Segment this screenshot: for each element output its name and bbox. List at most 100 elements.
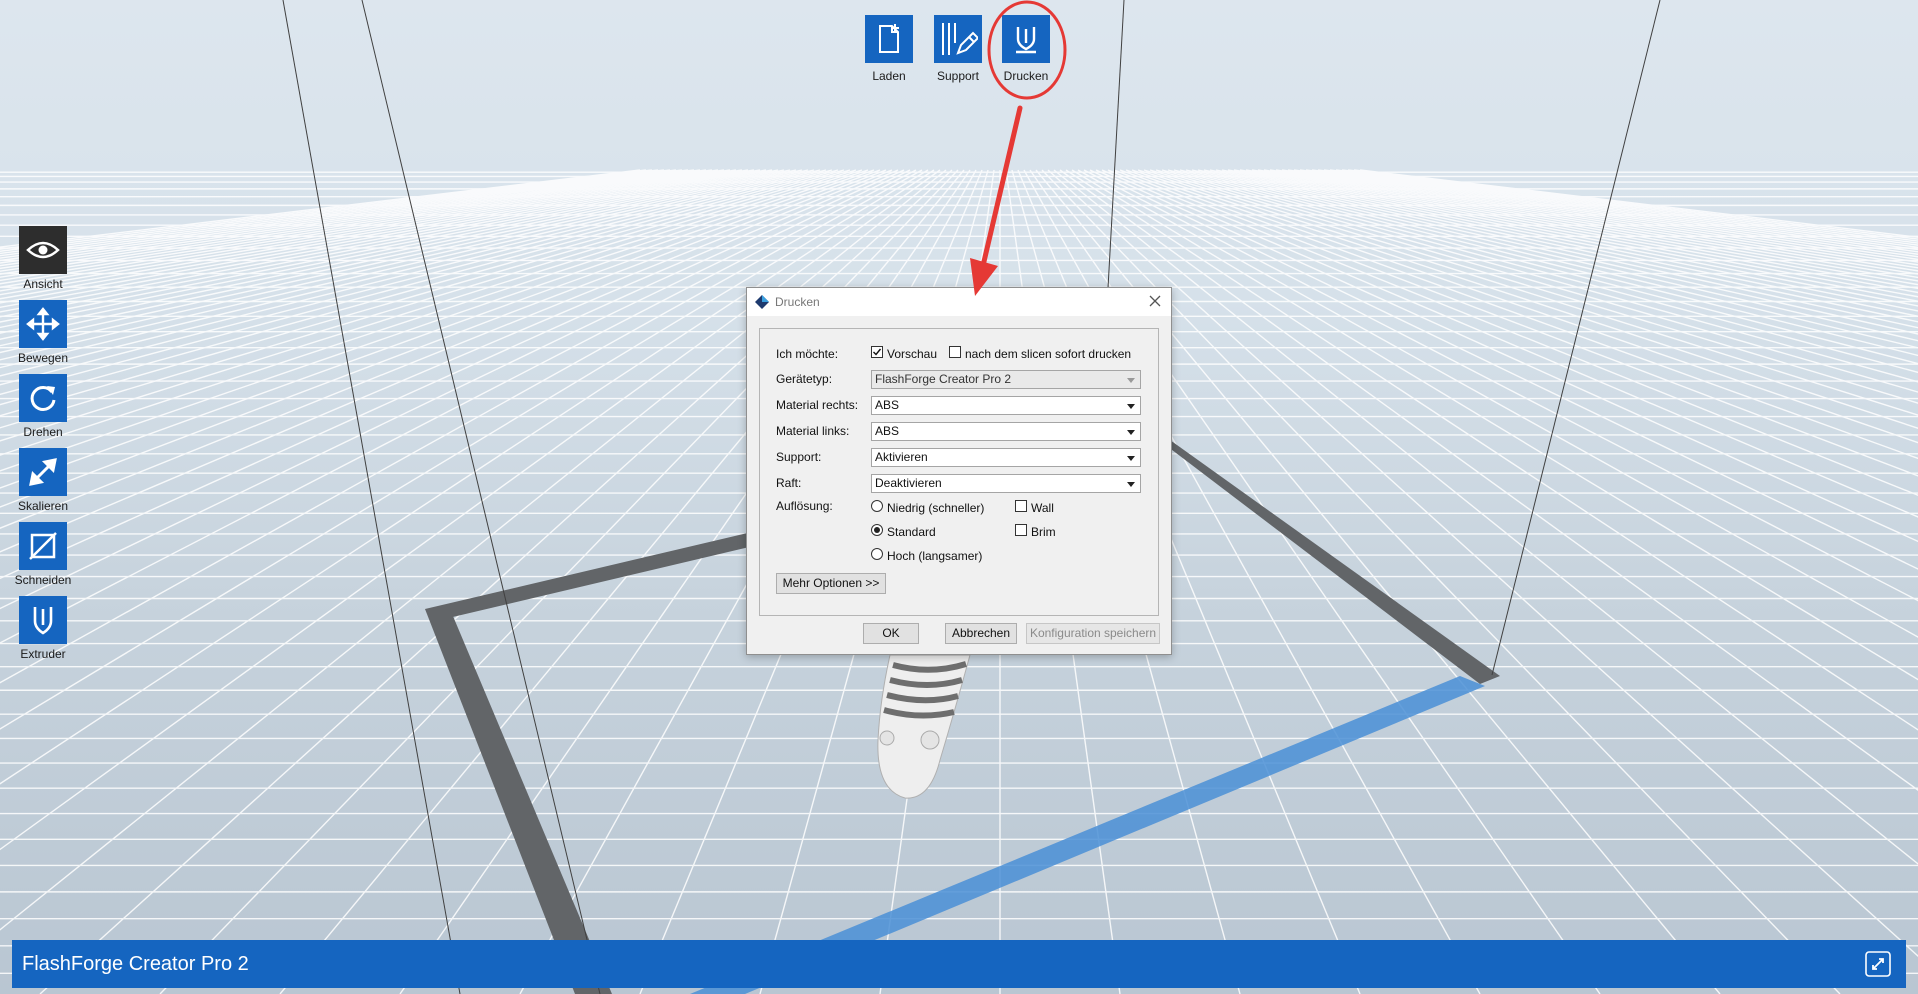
resolution-standard-label: Standard (887, 525, 936, 539)
raft-label: Raft: (776, 476, 802, 490)
grid-line (1113, 169, 1918, 477)
grid-line (1119, 169, 1918, 460)
chevron-down-icon (1127, 378, 1135, 383)
grid-line (1275, 169, 1918, 272)
grid-line (0, 169, 773, 318)
resolution-high-label: Hoch (langsamer) (887, 549, 983, 563)
new-file-icon (865, 15, 913, 63)
toolbar-drehen-button[interactable]: Drehen (10, 374, 76, 439)
toolbar-ansicht-label: Ansicht (23, 277, 63, 291)
wall-checkbox[interactable] (1015, 500, 1027, 512)
toolbar-drucken-button[interactable]: Drucken (1001, 15, 1051, 83)
grid-line (1209, 169, 1918, 317)
device-type-label: Gerätetyp: (776, 372, 833, 386)
preview-checkbox[interactable] (871, 346, 883, 358)
material-left-select[interactable]: ABS (871, 422, 1141, 441)
grid-line (0, 169, 725, 285)
brim-checkbox[interactable] (1015, 524, 1027, 536)
toolbar-skalieren-label: Skalieren (17, 499, 69, 513)
dialog-title: Drucken (775, 295, 820, 309)
print-extruder-icon (1002, 15, 1050, 63)
link-icon[interactable] (1864, 950, 1892, 978)
chevron-down-icon (1127, 430, 1135, 435)
dialog-titlebar[interactable]: Drucken (747, 288, 1171, 316)
grid-line (1293, 169, 1918, 263)
save-config-button[interactable]: Konfiguration speichern (1026, 623, 1160, 644)
ok-button[interactable]: OK (863, 623, 919, 644)
grid-line (1131, 169, 1918, 429)
resolution-label: Auflösung: (776, 499, 833, 513)
cut-icon (19, 522, 67, 570)
close-icon[interactable] (1147, 293, 1163, 309)
toolbar-laden-button[interactable]: Laden (864, 15, 914, 83)
support-select[interactable]: Aktivieren (871, 448, 1141, 467)
status-bar: FlashForge Creator Pro 2 (12, 940, 1906, 988)
grid-line (1161, 169, 1918, 374)
device-type-value: FlashForge Creator Pro 2 (875, 372, 1012, 386)
raft-value: Deaktivieren (875, 476, 942, 490)
app-logo-icon (755, 295, 769, 309)
grid-line (0, 169, 863, 442)
toolbar-drehen-label: Drehen (23, 425, 63, 439)
brim-label: Brim (1031, 525, 1056, 539)
grid-line (1305, 169, 1918, 258)
cancel-button[interactable]: Abbrechen (945, 623, 1017, 644)
grid-line (1311, 169, 1918, 255)
resolution-standard-radio[interactable] (871, 524, 883, 536)
scale-arrow-icon (19, 448, 67, 496)
preview-label: Vorschau (887, 347, 938, 361)
grid-line (0, 169, 875, 472)
raft-select[interactable]: Deaktivieren (871, 474, 1141, 493)
want-label: Ich möchte: (776, 347, 839, 361)
grid-line (1155, 169, 1918, 383)
material-right-select[interactable]: ABS (871, 396, 1141, 415)
print-settings-group: Ich möchte: Vorschau nach dem slicen sof… (759, 328, 1159, 616)
wall-label: Wall (1031, 501, 1054, 515)
toolbar-skalieren-button[interactable]: Skalieren (10, 448, 76, 513)
toolbar-extruder-button[interactable]: Extruder (10, 596, 76, 661)
more-options-button[interactable]: Mehr Optionen >> (776, 573, 886, 594)
support-pencil-icon (934, 15, 982, 63)
grid-line (1107, 169, 1918, 497)
extruder-icon (19, 596, 67, 644)
chevron-down-icon (1127, 456, 1135, 461)
resolution-low-radio[interactable] (871, 500, 883, 512)
move-arrows-icon (19, 300, 67, 348)
grid-line (1077, 169, 1918, 638)
eye-icon (19, 226, 67, 274)
toolbar-support-button[interactable]: Support (933, 15, 983, 83)
toolbar-bewegen-label: Bewegen (17, 351, 69, 365)
rotate-icon (19, 374, 67, 422)
grid-line (1149, 169, 1918, 393)
material-right-label: Material rechts: (776, 398, 859, 412)
grid-line (0, 169, 857, 429)
material-left-label: Material links: (776, 424, 850, 438)
grid-line (1065, 169, 1918, 731)
3d-model[interactable] (877, 654, 971, 799)
print-immediately-checkbox[interactable] (949, 346, 961, 358)
support-label: Support: (776, 450, 822, 464)
toolbar-bewegen-button[interactable]: Bewegen (10, 300, 76, 365)
resolution-high-radio[interactable] (871, 548, 883, 560)
print-immediately-label: nach dem slicen sofort drucken (965, 347, 1132, 361)
toolbar-support-label: Support (936, 69, 980, 83)
material-left-value: ABS (875, 424, 900, 438)
grid-line (1083, 169, 1918, 602)
chevron-down-icon (1127, 404, 1135, 409)
grid-line (1221, 169, 1918, 307)
material-right-value: ABS (875, 398, 900, 412)
device-type-select[interactable]: FlashForge Creator Pro 2 (871, 370, 1141, 389)
printer-name: FlashForge Creator Pro 2 (22, 952, 249, 975)
resolution-low-label: Niedrig (schneller) (887, 501, 985, 515)
chevron-down-icon (1127, 482, 1135, 487)
grid-line (0, 169, 761, 309)
toolbar-extruder-label: Extruder (20, 647, 66, 661)
build-plate-edge-right (1155, 437, 1500, 684)
toolbar-drucken-label: Drucken (1003, 69, 1049, 83)
grid-line (1125, 169, 1918, 444)
toolbar-ansicht-button[interactable]: Ansicht (10, 226, 76, 291)
grid-line (1227, 169, 1918, 302)
toolbar-schneiden-button[interactable]: Schneiden (10, 522, 76, 587)
print-dialog: Drucken Ich möchte: Vorschau nach dem sl… (746, 287, 1172, 655)
support-value: Aktivieren (875, 450, 928, 464)
